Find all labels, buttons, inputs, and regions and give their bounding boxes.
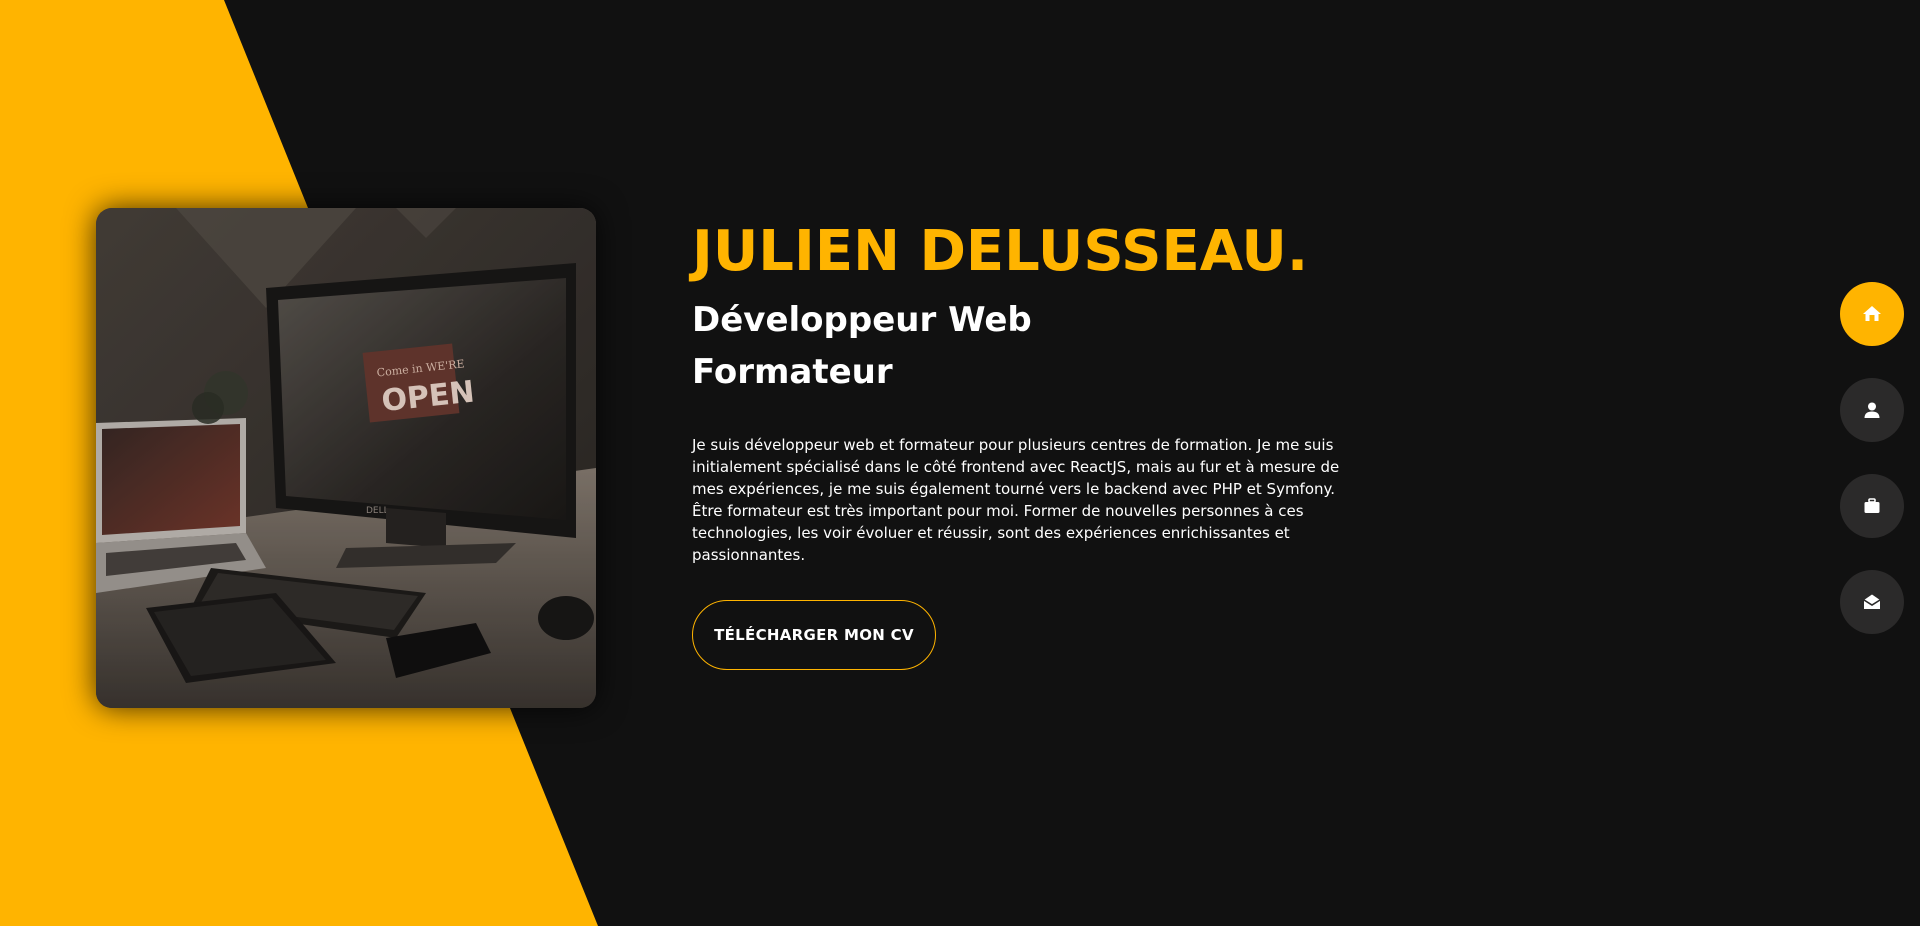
- profile-photo: Come in WE'RE OPEN DELL: [96, 208, 596, 708]
- briefcase-icon: [1864, 498, 1880, 513]
- envelope-open-icon: [1863, 594, 1881, 609]
- hero-description: Je suis développeur web et formateur pou…: [692, 434, 1372, 566]
- description-paragraph: Je suis développeur web et formateur pou…: [692, 436, 1340, 498]
- side-navigation: [1840, 282, 1904, 666]
- hero-section: JULIEN DELUSSEAU. Développeur Web Format…: [692, 210, 1372, 670]
- nav-about-button[interactable]: [1840, 378, 1904, 442]
- download-cv-button[interactable]: TÉLÉCHARGER MON CV: [692, 600, 936, 670]
- description-paragraph: Être formateur est très important pour m…: [692, 502, 1304, 564]
- home-icon: [1863, 306, 1881, 321]
- page: Come in WE'RE OPEN DELL JULIEN DELUSSEAU…: [0, 0, 1920, 926]
- user-icon: [1864, 402, 1880, 418]
- hero-name: JULIEN DELUSSEAU.: [692, 219, 1309, 284]
- nav-portfolio-button[interactable]: [1840, 474, 1904, 538]
- hero-subtitle-line1: Développeur Web: [692, 300, 1032, 340]
- nav-home-button[interactable]: [1840, 282, 1904, 346]
- workspace-illustration: Come in WE'RE OPEN DELL: [96, 208, 596, 708]
- hero-subtitle-line2: Formateur: [692, 352, 893, 392]
- nav-contact-button[interactable]: [1840, 570, 1904, 634]
